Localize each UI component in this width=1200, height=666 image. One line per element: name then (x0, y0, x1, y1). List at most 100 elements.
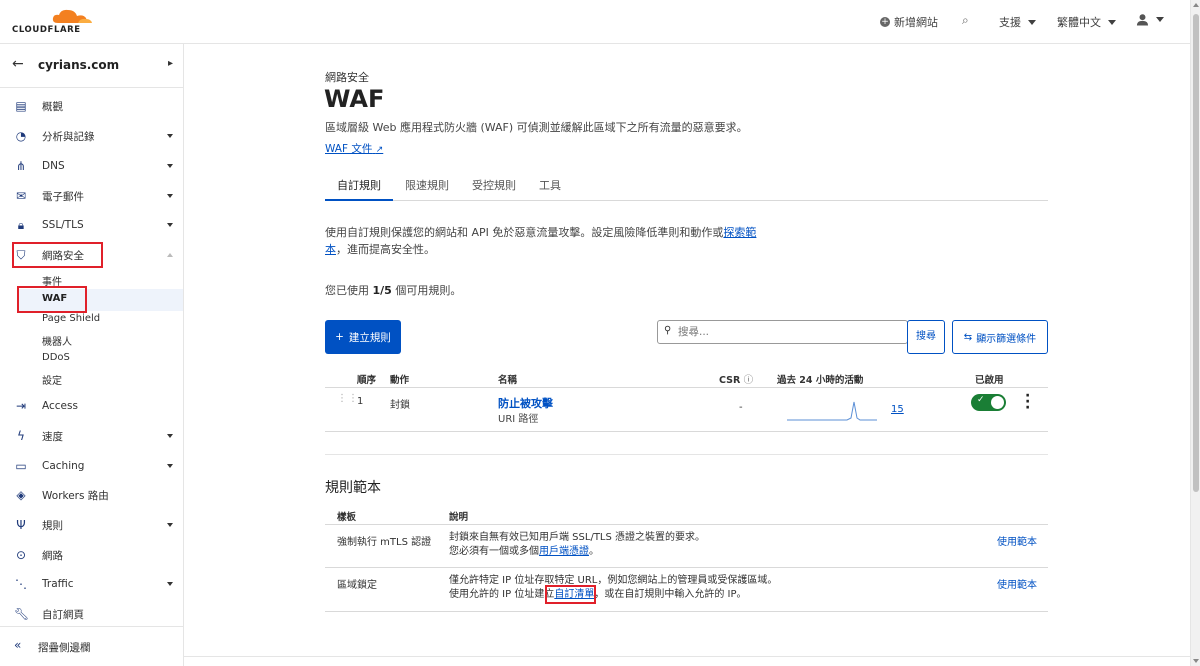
caret-down-icon (167, 434, 173, 438)
caret-down-icon (1108, 19, 1116, 25)
wrench-icon: 🔧︎ (14, 607, 30, 621)
tab-tools[interactable]: 工具 (539, 177, 561, 193)
table-row[interactable]: ⋮⋮ 1 封鎖 防止被攻擊 URI 路徑 - 15 ✓ · · · (325, 388, 1048, 432)
caret-down-icon (167, 134, 173, 138)
footer-divider (184, 656, 1190, 657)
template-description: 僅允許特定 IP 位址存取特定 URL，例如您網站上的管理員或受保護區域。 使用… (449, 575, 778, 600)
page-title: WAF (324, 85, 385, 113)
plus-circle-icon: + (880, 17, 890, 27)
sidebar-sub-bots[interactable]: 機器人 (42, 333, 72, 348)
rule-usage: 您已使用 1/5 個可用規則。 (325, 284, 462, 297)
sidebar-sub-page-shield[interactable]: Page Shield (42, 313, 100, 324)
rules-table-header: 順序 動作 名稱 CSR ⓘ 過去 24 小時的活動 已啟用 (325, 368, 1048, 388)
sidebar-item-overview[interactable]: ▤ 概觀 (0, 92, 183, 120)
sidebar-item-speed[interactable]: ϟ 速度 (0, 422, 183, 450)
sidebar-item-traffic[interactable]: ⋱ Traffic (0, 570, 183, 598)
scroll-down-icon[interactable] (1193, 659, 1199, 663)
collapse-sidebar-button[interactable]: « 摺疊側邊欄 (0, 626, 183, 666)
scroll-up-icon[interactable] (1193, 3, 1199, 7)
templates-title: 規則範本 (325, 480, 381, 496)
sidebar-item-caching[interactable]: ▭ Caching (0, 452, 183, 480)
highlight-waf (17, 286, 87, 313)
user-menu[interactable] (1136, 13, 1164, 26)
sidebar-item-dns[interactable]: ⋔ DNS (0, 152, 183, 180)
sidebar: ← cyrians.com ▸ ▤ 概觀 ◔ 分析與記錄 ⋔ DNS ✉ 電子郵… (0, 44, 184, 666)
template-name: 強制執行 mTLS 認證 (337, 537, 432, 548)
search-input[interactable] (678, 324, 898, 340)
network-icon: ⋔ (15, 159, 27, 173)
waf-docs-link[interactable]: WAF 文件 ↗ (325, 141, 383, 156)
language-menu[interactable]: 繁體中文 (1057, 14, 1116, 30)
search-icon[interactable]: ⌕ (962, 13, 969, 28)
sidebar-item-analytics[interactable]: ◔ 分析與記錄 (0, 122, 183, 150)
tab-bar: 自訂規則 限速規則 受控規則 工具 (325, 168, 1048, 201)
support-menu[interactable]: 支援 (999, 14, 1036, 30)
activity-count-link[interactable]: 15 (891, 404, 904, 415)
cloud-icon (52, 9, 92, 23)
sidebar-item-access[interactable]: ⇥ Access (0, 392, 183, 420)
header-enabled: 已啟用 (975, 375, 1004, 386)
rule-expression: URI 路徑 (498, 414, 539, 425)
sidebar-item-workers-routes[interactable]: ◈ Workers 路由 (0, 481, 183, 509)
sidebar-item-ssl-tls[interactable]: 🔒︎ SSL/TLS (0, 211, 183, 239)
rule-csr: - (739, 402, 743, 413)
caret-down-icon (167, 223, 173, 227)
show-filters-button[interactable]: ⇆ 顯示篩選條件 (952, 320, 1048, 354)
tab-rate-limiting[interactable]: 限速規則 (405, 177, 449, 193)
page-description: 區域層級 Web 應用程式防火牆 (WAF) 可偵測並緩解此區域下之所有流量的惡… (325, 121, 748, 134)
access-icon: ⇥ (15, 399, 27, 413)
sidebar-sub-ddos[interactable]: DDoS (42, 352, 70, 363)
template-name: 區域鎖定 (337, 580, 377, 591)
search-button[interactable]: 搜尋 (907, 320, 945, 354)
chevron-right-icon: ▸ (168, 58, 174, 69)
header-order: 順序 (357, 375, 377, 386)
sidebar-item-network[interactable]: ⊙ 網路 (0, 541, 183, 569)
caret-down-icon (167, 464, 173, 468)
caret-down-icon (167, 194, 173, 198)
email-icon: ✉ (15, 189, 27, 203)
rule-enabled-toggle[interactable]: ✓ (971, 394, 1006, 411)
swap-arrows-icon: ⇆ (963, 331, 973, 343)
page-scrollbar[interactable] (1190, 0, 1200, 666)
plus-icon: + (335, 331, 344, 343)
create-rule-button[interactable]: + 建立規則 (325, 320, 401, 354)
cloudflare-logo[interactable]: CLOUDFLARE (12, 8, 102, 36)
templates-table-header: 樣板 說明 (325, 505, 1048, 525)
header-csr: CSR ⓘ (719, 375, 754, 386)
rule-order: 1 (357, 396, 364, 407)
location-icon: ⊙ (15, 548, 27, 562)
workers-icon: ◈ (16, 488, 26, 502)
active-tab-indicator (325, 199, 393, 201)
search-field[interactable]: ⚲ (657, 320, 908, 344)
tab-managed-rules[interactable]: 受控規則 (472, 177, 516, 193)
sidebar-sub-settings[interactable]: 設定 (42, 372, 62, 387)
sidebar-item-rules[interactable]: Ψ 規則 (0, 511, 183, 539)
page-eyebrow: 網路安全 (325, 71, 369, 84)
sidebar-item-custom-pages[interactable]: 🔧︎ 自訂網頁 (0, 600, 183, 628)
template-description: 封鎖來自無有效已知用戶端 SSL/TLS 憑證之裝置的要求。 您必須有一個或多個… (449, 532, 706, 557)
highlight-custom-list (545, 585, 596, 604)
info-icon[interactable]: ⓘ (744, 375, 754, 386)
tab-custom-rules[interactable]: 自訂規則 (337, 177, 381, 193)
lock-icon: 🔒︎ (17, 218, 25, 232)
highlight-security (12, 242, 103, 268)
drag-handle-icon[interactable]: ⋮⋮ (337, 394, 359, 404)
more-options-icon[interactable]: · · · (1025, 389, 1030, 415)
client-cert-link[interactable]: 用戶端憑證 (539, 546, 589, 557)
double-chevron-left-icon: « (14, 638, 22, 652)
main-content: 網路安全 WAF 區域層級 Web 應用程式防火牆 (WAF) 可偵測並緩解此區… (184, 44, 1190, 666)
caret-up-icon (167, 253, 173, 257)
table-row: 強制執行 mTLS 認證 封鎖來自無有效已知用戶端 SSL/TLS 憑證之裝置的… (325, 525, 1048, 568)
arrow-left-icon[interactable]: ← (12, 56, 24, 72)
use-template-button[interactable]: 使用範本 (997, 533, 1037, 548)
external-link-icon: ↗ (375, 145, 384, 155)
site-selector[interactable]: ← cyrians.com ▸ (0, 44, 183, 88)
top-bar: CLOUDFLARE + 新增網站 ⌕ 支援 繁體中文 (0, 0, 1190, 44)
drive-icon: ▭ (15, 459, 27, 473)
scrollbar-thumb[interactable] (1193, 14, 1199, 492)
header-activity: 過去 24 小時的活動 (777, 375, 864, 386)
sidebar-item-email[interactable]: ✉ 電子郵件 (0, 182, 183, 210)
use-template-button[interactable]: 使用範本 (997, 576, 1037, 591)
rule-name-link[interactable]: 防止被攻擊 (498, 395, 553, 411)
add-site-button[interactable]: + 新增網站 (880, 14, 938, 30)
